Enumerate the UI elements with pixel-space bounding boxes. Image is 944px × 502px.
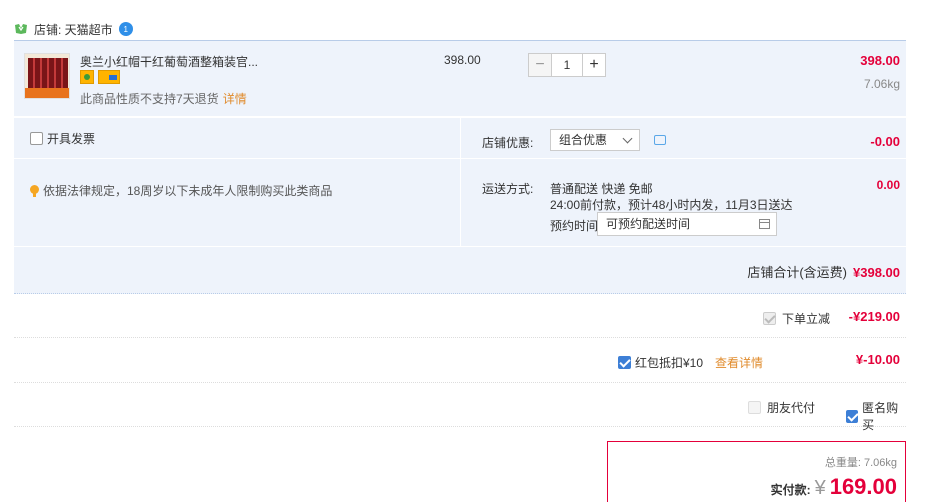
invoice-option[interactable]: 开具发票 xyxy=(30,130,95,147)
appointment-placeholder: 可预约配送时间 xyxy=(606,217,691,231)
chat-icon[interactable] xyxy=(654,135,666,145)
appointment-time-input[interactable]: 可预约配送时间 xyxy=(597,212,777,236)
item-total-price: 398.00 xyxy=(860,53,900,68)
friend-pay-checkbox[interactable] xyxy=(748,401,761,414)
quantity-decrease-button[interactable]: − xyxy=(528,53,552,77)
anonymous-purchase-checkbox[interactable] xyxy=(846,409,859,423)
quantity-stepper: − 1 + xyxy=(528,53,606,77)
unit-price: 398.00 xyxy=(444,53,481,67)
payment-summary-box: 总重量: 7.06kg 实付款: ¥ 169.00 xyxy=(607,441,906,502)
cart-item-row: 奥兰小红帽干红葡萄酒整箱装官... 此商品性质不支持7天退货 详情 398.00 … xyxy=(14,40,906,116)
invoice-checkbox[interactable] xyxy=(30,132,43,145)
anonymous-purchase-label: 匿名购买 xyxy=(862,401,899,432)
tmall-shop-icon xyxy=(15,24,27,34)
redpack-row: 红包抵扣¥10 查看详情 ¥-10.00 xyxy=(14,338,906,383)
redpack-label: 红包抵扣¥10 xyxy=(635,356,704,370)
shop-total: 店铺合计(含运费) ¥398.00 xyxy=(747,262,900,281)
return-policy-link[interactable]: 详情 xyxy=(223,92,247,106)
bulb-icon xyxy=(30,184,39,197)
redpack-details-link[interactable]: 查看详情 xyxy=(715,354,763,371)
discount-option: 下单立减 xyxy=(762,310,830,327)
card-badge-icon xyxy=(98,70,120,84)
shipping-eta: 24:00前付款，预计48小时内发，11月3日送达 xyxy=(550,198,793,212)
shipping-method: 普通配送 快递 免邮 xyxy=(550,182,653,196)
quantity-input[interactable]: 1 xyxy=(552,53,582,77)
redpack-amount: ¥-10.00 xyxy=(855,352,900,367)
payment-amount: 169.00 xyxy=(829,474,897,499)
product-badges xyxy=(80,70,120,84)
appointment-label: 预约时间 xyxy=(550,219,599,233)
shipping-fee: 0.00 xyxy=(876,178,900,192)
payment-label: 实付款: xyxy=(770,483,811,497)
payment-options-row: 朋友代付 匿名购买 xyxy=(14,383,906,432)
return-policy-text: 此商品性质不支持7天退货 xyxy=(80,92,219,106)
invoice-label: 开具发票 xyxy=(47,132,96,146)
shop-chat-badge-icon[interactable]: 1 xyxy=(118,22,133,36)
redpack-option: 红包抵扣¥10 查看详情 xyxy=(618,354,763,371)
legal-notice-text: 依据法律规定，18周岁以下未成年人限制购买此类商品 xyxy=(43,184,333,198)
discount-amount: -¥219.00 xyxy=(848,309,900,324)
redpack-checkbox[interactable] xyxy=(618,356,631,369)
item-weight: 7.06kg xyxy=(863,77,900,91)
shipping-label: 运送方式: xyxy=(482,182,534,196)
total-weight: 总重量: 7.06kg xyxy=(824,457,897,469)
discount-checkbox xyxy=(762,312,776,325)
shop-name[interactable]: 店铺: 天猫超市 xyxy=(34,21,113,38)
yen-symbol: ¥ xyxy=(814,477,826,499)
shop-promo-select[interactable]: 组合优惠 xyxy=(550,129,640,151)
shop-promo-value: 组合优惠 xyxy=(559,133,608,147)
shop-promo-amount: -0.00 xyxy=(870,134,900,149)
shop-promo-label: 店铺优惠: xyxy=(482,136,534,150)
chevron-down-icon xyxy=(622,133,633,144)
friend-pay-label: 朋友代付 xyxy=(767,401,816,415)
friend-pay-option[interactable]: 朋友代付 xyxy=(748,399,815,416)
shop-total-amount: ¥398.00 xyxy=(853,265,900,280)
discount-row: 下单立减 -¥219.00 xyxy=(14,296,906,338)
anonymous-purchase-option[interactable]: 匿名购买 xyxy=(846,399,906,433)
payment-total-line: 实付款: ¥ 169.00 xyxy=(771,474,897,500)
quantity-increase-button[interactable]: + xyxy=(582,53,606,77)
shop-header: 店铺: 天猫超市 1 xyxy=(14,18,133,40)
legal-notice: 依据法律规定，18周岁以下未成年人限制购买此类商品 xyxy=(30,182,332,199)
shop-total-label: 店铺合计(含运费) xyxy=(747,265,847,280)
service-badge-icon xyxy=(80,70,94,84)
discount-label: 下单立减 xyxy=(781,312,830,326)
calendar-icon[interactable] xyxy=(759,219,770,229)
return-policy-note: 此商品性质不支持7天退货 详情 xyxy=(80,90,247,107)
product-title[interactable]: 奥兰小红帽干红葡萄酒整箱装官... xyxy=(80,53,258,70)
order-options-panel: 开具发票 依据法律规定，18周岁以下未成年人限制购买此类商品 店铺优惠: 组合优… xyxy=(14,118,906,294)
product-thumbnail[interactable] xyxy=(24,53,70,99)
